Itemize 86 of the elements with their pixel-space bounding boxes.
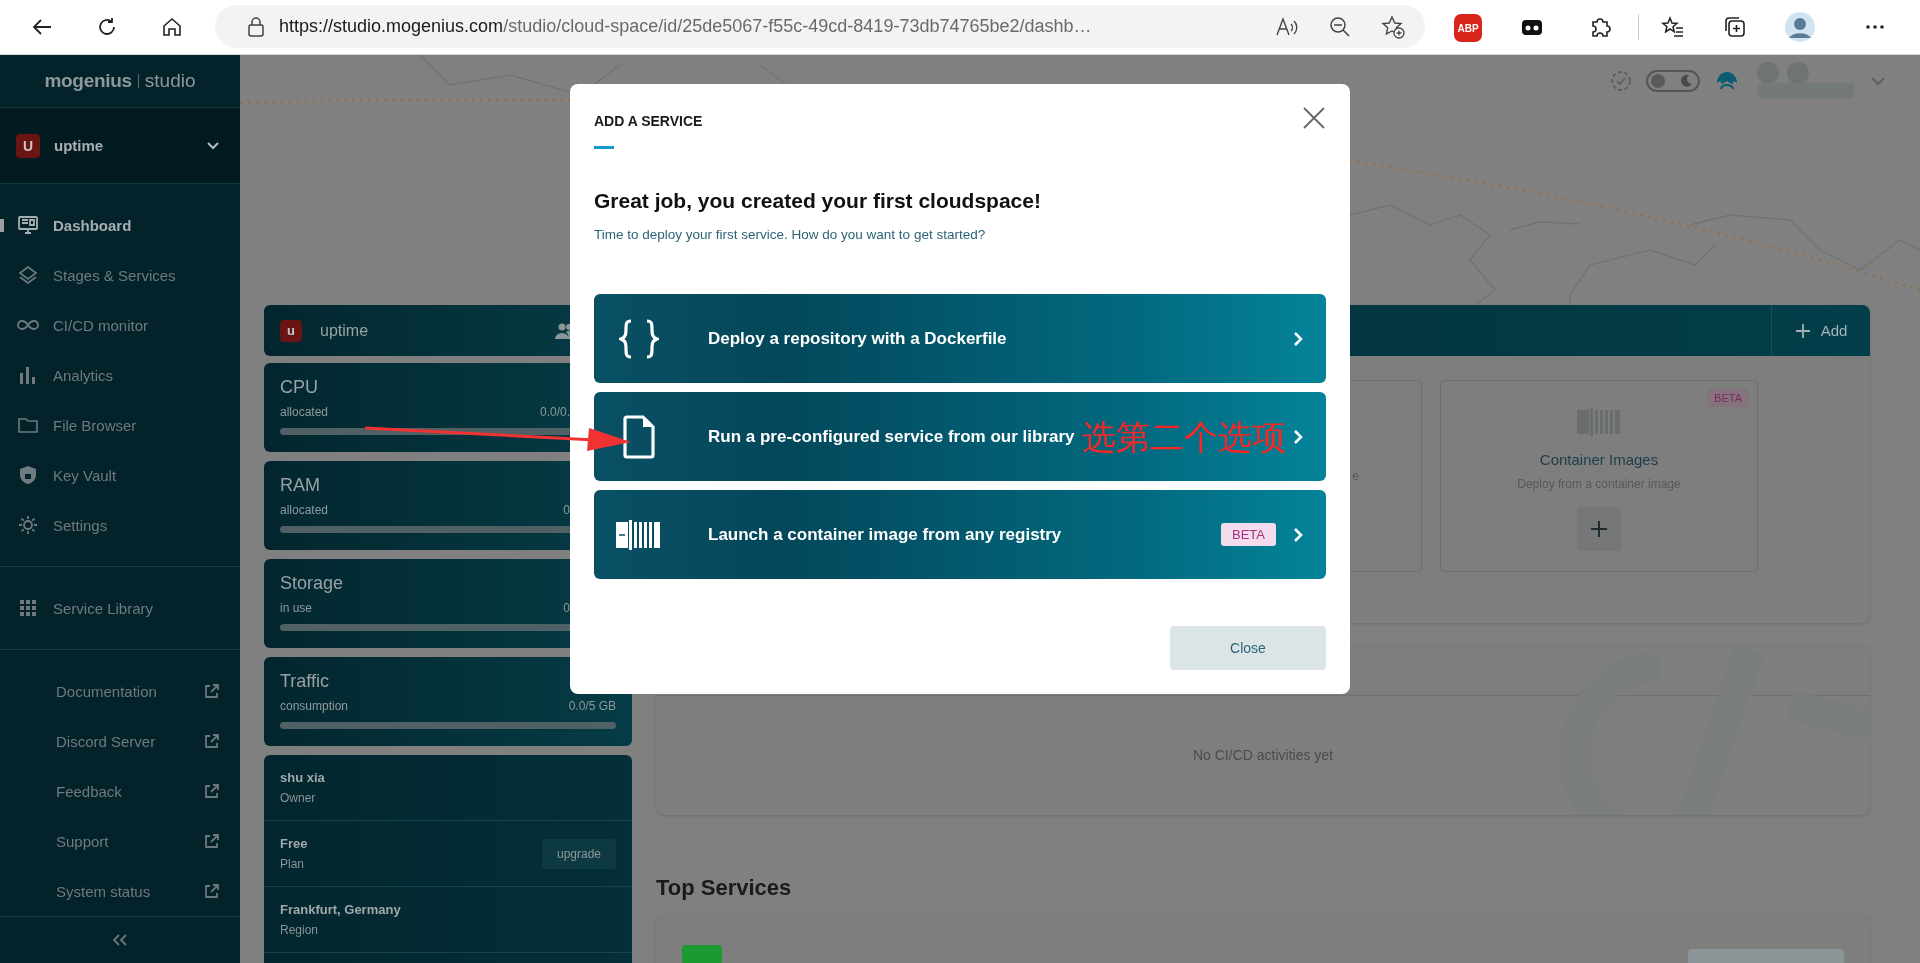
resource-name: RAM	[280, 475, 321, 496]
info-title: Free	[280, 836, 308, 851]
external-link[interactable]: System status	[56, 882, 151, 900]
product-name: studio	[144, 70, 196, 92]
theme-toggle[interactable]	[1646, 70, 1700, 92]
resource-reading: 0.0/0.	[539, 405, 570, 419]
address-bar[interactable]: https://studio.mogenius.com/studio/cloud-space/id/25de5067-f55c-49cd-8419-73db74765be2/dashb…	[215, 5, 1425, 48]
nav-item[interactable]: Dashboard	[0, 200, 240, 250]
home-icon[interactable]	[160, 15, 184, 39]
nav-item[interactable]: Analytics	[0, 350, 240, 400]
external-link[interactable]: Support	[56, 832, 109, 850]
service-option[interactable]: Deploy a repository with a Dockerfile	[594, 294, 1326, 383]
chevron-right-icon	[1292, 525, 1304, 544]
nav-item[interactable]: File Browser	[0, 400, 240, 450]
nav-item[interactable]: Key Vault	[0, 450, 240, 500]
settings-icon[interactable]	[17, 514, 39, 536]
chevron-right-icon	[1292, 427, 1304, 446]
monitor-icon[interactable]	[17, 214, 39, 236]
add-favorite-icon[interactable]	[1381, 14, 1405, 39]
resource-name: Storage	[280, 573, 345, 594]
info-caption: Region	[280, 923, 320, 937]
external-link[interactable]: Documentation	[56, 682, 157, 700]
layers-icon[interactable]	[17, 264, 39, 286]
grid-icon[interactable]	[17, 597, 39, 619]
plus-icon[interactable]	[1794, 322, 1811, 339]
moon-icon[interactable]	[1679, 74, 1693, 88]
resource-name: CPU	[280, 377, 319, 398]
profile-avatar-icon[interactable]	[1784, 11, 1816, 43]
nav-item[interactable]: CI/CD monitor	[0, 300, 240, 350]
chevron-right-icon	[1292, 329, 1304, 348]
dialog-heading: Great job, you created your first cloudspace!	[594, 189, 1042, 213]
info-title: Frankfurt, Germany	[280, 902, 401, 917]
adblock-extension-icon[interactable]: ABP	[1454, 14, 1482, 42]
project-badge: u	[280, 319, 302, 342]
annotation-text: 选第二个选项	[1082, 417, 1286, 458]
external-link[interactable]: Feedback	[56, 782, 122, 800]
info-caption: Plan	[280, 857, 306, 871]
external-link-icon[interactable]	[203, 732, 220, 750]
project-name: uptime	[320, 321, 370, 340]
resource-reading: 0.0/5 GB	[568, 699, 616, 713]
file-icon	[621, 414, 657, 459]
status-check-icon[interactable]	[1610, 70, 1632, 92]
external-link[interactable]: Discord Server	[56, 732, 156, 750]
plus-icon[interactable]	[1589, 519, 1609, 539]
add-button[interactable]: Add	[1771, 305, 1870, 356]
resource-caption: allocated	[280, 503, 329, 517]
org-selector[interactable]: U uptime	[0, 107, 240, 184]
lock-icon[interactable]	[247, 16, 265, 37]
url-text[interactable]: https://studio.mogenius.com/studio/cloud-space/id/25de5067-f55c-49cd-8419-73db74765be2/dashb…	[279, 16, 1245, 37]
upgrade-button[interactable]: upgrade	[541, 838, 616, 869]
shield-icon[interactable]	[17, 464, 39, 486]
section-title: Top Services	[656, 875, 793, 901]
beta-badge: BETA	[1707, 389, 1749, 407]
resource-name: Traffic	[280, 671, 330, 692]
status-badge	[682, 945, 722, 963]
read-aloud-icon[interactable]	[1275, 15, 1299, 38]
collections-icon[interactable]	[1723, 15, 1747, 39]
collapse-icon[interactable]	[110, 933, 130, 947]
close-button[interactable]: Close	[1170, 626, 1326, 670]
nav-item[interactable]: Settings	[0, 500, 240, 550]
service-option[interactable]: Launch a container image from any registry BETA	[594, 490, 1326, 579]
nav-item[interactable]: Stages & Services	[0, 250, 240, 300]
resource-reading: 0	[563, 601, 570, 615]
info-title: shu xia	[280, 770, 325, 785]
dialog-subtitle: Time to deploy your first service. How do you want to get started?	[594, 227, 987, 242]
external-link-icon[interactable]	[203, 882, 220, 900]
resource-reading: 0	[563, 503, 570, 517]
beta-badge: BETA	[1221, 523, 1276, 546]
add-button[interactable]	[1577, 507, 1621, 551]
favorites-icon[interactable]	[1661, 15, 1685, 39]
resource-caption: allocated	[280, 405, 329, 419]
info-caption: Owner	[280, 791, 317, 805]
container-icon	[615, 518, 663, 551]
resource-caption: in use	[280, 601, 313, 615]
card-title: Container Images	[1539, 451, 1659, 468]
dialog-title: ADD A SERVICE	[594, 113, 703, 129]
nav-item[interactable]: Service Library	[0, 583, 240, 633]
chevron-down-icon[interactable]	[206, 140, 220, 151]
brand-logo: mogenius	[44, 70, 132, 92]
external-link-icon[interactable]	[203, 782, 220, 800]
zoom-out-icon[interactable]	[1329, 15, 1351, 38]
code-braces-icon	[619, 317, 659, 360]
external-link-icon[interactable]	[203, 832, 220, 850]
close-icon[interactable]	[1302, 106, 1326, 130]
external-link-icon[interactable]	[203, 682, 220, 700]
resource-caption: consumption	[280, 699, 349, 713]
